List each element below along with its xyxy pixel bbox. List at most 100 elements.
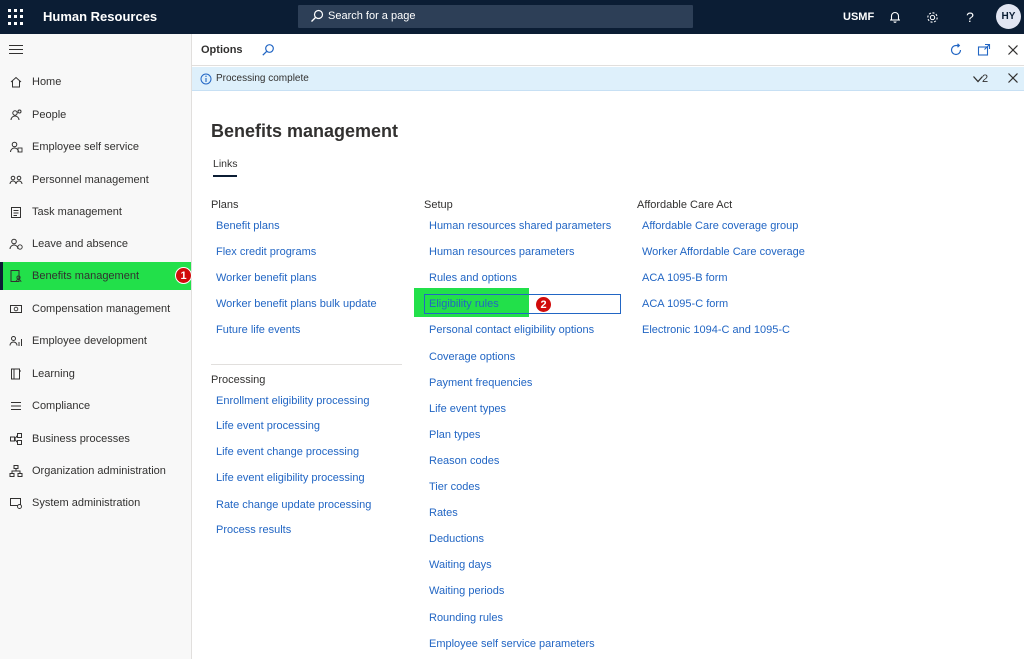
search-input[interactable]: Search for a page: [298, 5, 693, 28]
app-title[interactable]: Human Resources: [43, 9, 157, 24]
sidebar-item-label: Compensation management: [32, 303, 171, 315]
close-icon[interactable]: [1006, 43, 1020, 57]
setup-link-plan-types[interactable]: Plan types: [429, 429, 480, 441]
sidebar-item-home[interactable]: Home: [0, 68, 191, 96]
options-tab[interactable]: Options: [201, 44, 243, 56]
plans-link-worker-benefit-plans[interactable]: Worker benefit plans: [216, 272, 317, 284]
sidebar-item-compensation-management[interactable]: Compensation management: [0, 295, 191, 323]
sidebar-item-label: Leave and absence: [32, 238, 129, 250]
sidebar-item-business-processes[interactable]: Business processes: [0, 425, 191, 453]
money-icon: [10, 305, 22, 313]
sidebar-item-label: Compliance: [32, 400, 91, 412]
setup-link-payment-frequencies[interactable]: Payment frequencies: [429, 377, 532, 389]
flow-icon: [10, 433, 22, 445]
setup-link-waiting-periods[interactable]: Waiting periods: [429, 585, 504, 597]
sidebar-item-organization-administration[interactable]: Organization administration: [0, 457, 191, 485]
tab-underline: [213, 175, 237, 177]
refresh-icon[interactable]: [949, 43, 963, 57]
sidebar-item-system-administration[interactable]: System administration: [0, 489, 191, 517]
open-in-new-window-icon[interactable]: [977, 43, 991, 57]
sidebar-item-label: Organization administration: [32, 465, 166, 477]
setup-link-waiting-days[interactable]: Waiting days: [429, 559, 492, 571]
search-icon[interactable]: [261, 43, 275, 57]
settings-icon: [10, 498, 22, 509]
message-count[interactable]: 2: [982, 73, 988, 85]
aca-link-worker-affordable-care-coverage[interactable]: Worker Affordable Care coverage: [642, 246, 805, 258]
setup-link-rates[interactable]: Rates: [429, 507, 458, 519]
processing-link-enrollment-eligibility-processing[interactable]: Enrollment eligibility processing: [216, 395, 369, 407]
setup-link-human-resources-parameters[interactable]: Human resources parameters: [429, 246, 575, 258]
processing-link-life-event-processing[interactable]: Life event processing: [216, 420, 320, 432]
top-bar: Human Resources Search for a page USMF ?…: [0, 0, 1024, 34]
tab-links-label: Links: [213, 158, 238, 170]
processing-group-title: Processing: [211, 374, 266, 386]
processing-link-rate-change-update-processing[interactable]: Rate change update processing: [216, 499, 371, 511]
company-picker[interactable]: USMF: [843, 11, 874, 23]
sidebar-item-label: Learning: [32, 368, 75, 380]
sidebar-item-employee-self-service[interactable]: Employee self service: [0, 133, 191, 161]
info-icon: [200, 73, 212, 85]
sidebar-item-employee-development[interactable]: Employee development: [0, 327, 191, 355]
bell-icon[interactable]: [886, 8, 904, 26]
sidebar-item-benefits-management[interactable]: Benefits management 1: [0, 262, 192, 290]
aca-link-affordable-care-coverage-group[interactable]: Affordable Care coverage group: [642, 220, 798, 232]
sidebar-item-compliance[interactable]: Compliance: [0, 392, 191, 420]
setup-link-eligibility-rules[interactable]: Eligibility rules: [429, 298, 499, 310]
setup-link-human-resources-shared-parameters[interactable]: Human resources shared parameters: [429, 220, 611, 232]
clipboard-icon: [11, 207, 21, 218]
active-indicator: [0, 262, 3, 290]
setup-link-tier-codes[interactable]: Tier codes: [429, 481, 480, 493]
sidebar-item-label: Home: [32, 76, 62, 88]
sidebar-item-personnel-management[interactable]: Personnel management: [0, 166, 191, 194]
aca-link-aca-1095-b-form[interactable]: ACA 1095-B form: [642, 272, 728, 284]
home-icon: [10, 76, 22, 88]
setup-link-life-event-types[interactable]: Life event types: [429, 403, 506, 415]
document-person-icon: [10, 270, 22, 283]
message-text: Processing complete: [216, 73, 309, 84]
processing-link-life-event-eligibility-processing[interactable]: Life event eligibility processing: [216, 472, 365, 484]
close-message-icon[interactable]: [1007, 72, 1019, 84]
sidebar-item-label: Employee development: [32, 335, 147, 347]
step-badge: 1: [175, 267, 192, 284]
processing-link-process-results[interactable]: Process results: [216, 524, 291, 536]
plans-link-worker-benefit-plans-bulk-update[interactable]: Worker benefit plans bulk update: [216, 298, 377, 310]
gear-icon[interactable]: [923, 8, 941, 26]
person-chart-icon: [9, 336, 22, 346]
tab-links[interactable]: Links: [213, 158, 238, 177]
sidebar-item-learning[interactable]: Learning: [0, 360, 191, 388]
avatar[interactable]: HY: [996, 4, 1021, 29]
sidebar-item-label: Business processes: [32, 433, 130, 445]
help-icon[interactable]: ?: [961, 8, 979, 26]
setup-link-coverage-options[interactable]: Coverage options: [429, 351, 515, 363]
plans-link-flex-credit-programs[interactable]: Flex credit programs: [216, 246, 316, 258]
list-icon: [11, 402, 21, 410]
setup-link-deductions[interactable]: Deductions: [429, 533, 484, 545]
sidebar-item-label: Employee self service: [32, 141, 139, 153]
sidebar-item-label: Task management: [32, 206, 122, 218]
hamburger-icon[interactable]: [9, 45, 23, 57]
sidebar-item-label: People: [32, 109, 67, 121]
aca-link-electronic-1094-c-and-1095-c[interactable]: Electronic 1094-C and 1095-C: [642, 324, 790, 336]
processing-link-life-event-change-processing[interactable]: Life event change processing: [216, 446, 359, 458]
sidebar-item-label: Benefits management: [32, 270, 140, 282]
setup-link-personal-contact-eligibility-options[interactable]: Personal contact eligibility options: [429, 324, 594, 336]
app-launcher-icon[interactable]: [7, 9, 23, 25]
setup-link-reason-codes[interactable]: Reason codes: [429, 455, 499, 467]
org-chart-icon: [9, 465, 23, 477]
sidebar-item-label: System administration: [32, 497, 141, 509]
aca-link-aca-1095-c-form[interactable]: ACA 1095-C form: [642, 298, 728, 310]
setup-link-rules-and-options[interactable]: Rules and options: [429, 272, 517, 284]
page-title: Benefits management: [211, 121, 399, 141]
plans-link-benefit-plans[interactable]: Benefit plans: [216, 220, 280, 232]
setup-link-employee-self-service-parameters[interactable]: Employee self service parameters: [429, 638, 595, 650]
sidebar-item-leave-and-absence[interactable]: Leave and absence: [0, 230, 191, 258]
book-icon: [11, 368, 21, 380]
setup-link-rounding-rules[interactable]: Rounding rules: [429, 612, 503, 624]
search-icon: [311, 9, 324, 22]
sidebar-item-label: Personnel management: [32, 174, 149, 186]
sidebar-item-people[interactable]: People: [0, 101, 191, 129]
sidebar-item-task-management[interactable]: Task management: [0, 198, 191, 226]
step-badge: 2: [535, 296, 552, 313]
plans-link-future-life-events[interactable]: Future life events: [216, 324, 300, 336]
divider: [211, 364, 402, 365]
